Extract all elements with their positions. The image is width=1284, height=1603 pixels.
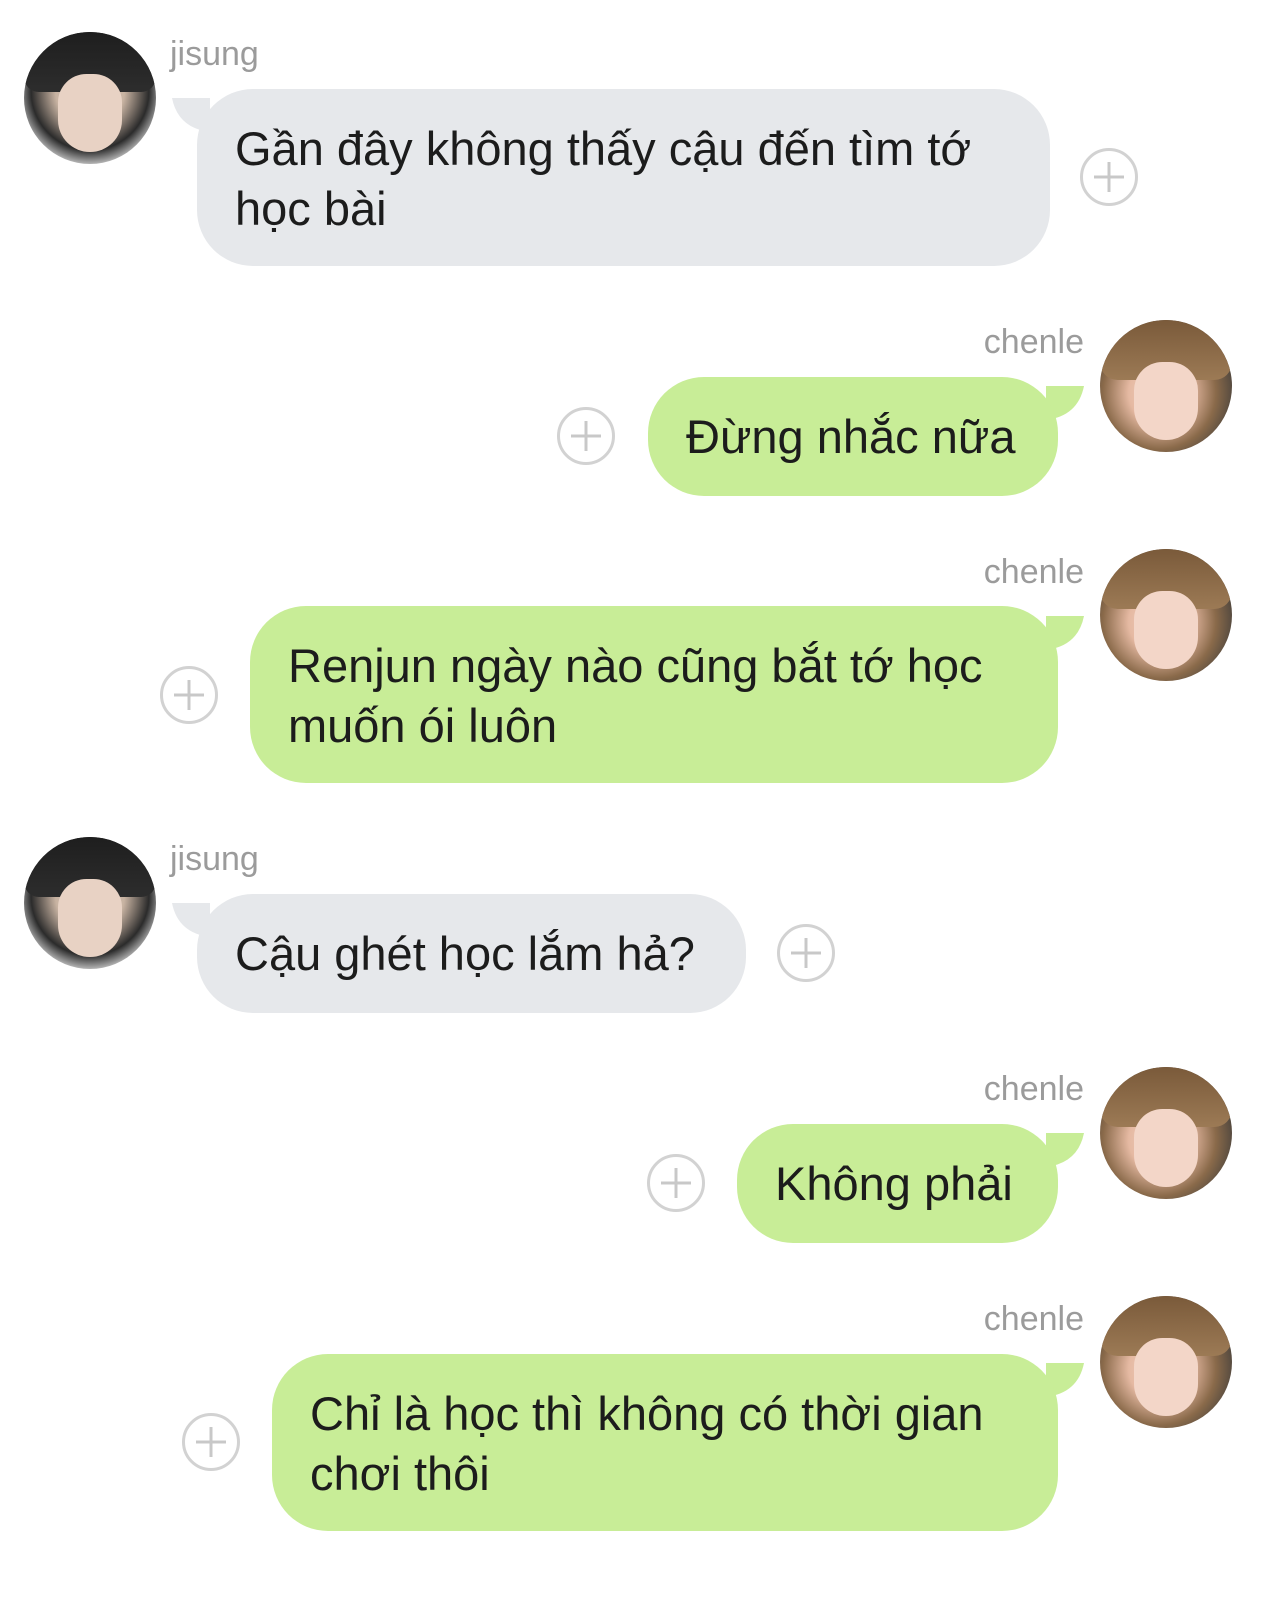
plus-circle-icon[interactable] — [777, 924, 835, 982]
avatar-face — [1134, 1338, 1198, 1416]
plus-circle-icon[interactable] — [1080, 148, 1138, 206]
sender-name: chenle — [983, 553, 1084, 591]
message-text: Không phải — [775, 1157, 1013, 1210]
message-text: Cậu ghét học lắm hả? — [235, 927, 695, 980]
sender-name: chenle — [983, 323, 1084, 361]
sender-name: chenle — [983, 1300, 1084, 1338]
avatar-jisung[interactable] — [24, 32, 156, 164]
message-bubble[interactable]: Chỉ là học thì không có thời gian chơi t… — [272, 1354, 1058, 1531]
message-bubble[interactable]: Không phải — [737, 1124, 1058, 1243]
avatar-face — [1134, 362, 1198, 440]
message-bubble[interactable]: Renjun ngày nào cũng bắt tớ học muốn ói … — [250, 606, 1058, 783]
message-text: Chỉ là học thì không có thời gian chơi t… — [310, 1387, 984, 1500]
message-text: Gần đây không thấy cậu đến tìm tớ học bà… — [235, 122, 972, 235]
avatar-face — [58, 74, 122, 152]
sender-name: jisung — [170, 35, 259, 73]
message-bubble[interactable]: Đừng nhắc nữa — [648, 377, 1058, 496]
sender-name: jisung — [170, 840, 259, 878]
avatar-chenle[interactable] — [1100, 1067, 1232, 1199]
avatar-chenle[interactable] — [1100, 549, 1232, 681]
avatar-chenle[interactable] — [1100, 1296, 1232, 1428]
avatar-chenle[interactable] — [1100, 320, 1232, 452]
plus-circle-icon[interactable] — [160, 666, 218, 724]
sender-name: chenle — [983, 1070, 1084, 1108]
message-text: Renjun ngày nào cũng bắt tớ học muốn ói … — [288, 639, 983, 752]
avatar-face — [1134, 591, 1198, 669]
message-text: Đừng nhắc nữa — [686, 410, 1016, 463]
avatar-jisung[interactable] — [24, 837, 156, 969]
avatar-face — [58, 879, 122, 957]
plus-circle-icon[interactable] — [647, 1154, 705, 1212]
plus-circle-icon[interactable] — [557, 407, 615, 465]
avatar-face — [1134, 1109, 1198, 1187]
message-bubble[interactable]: Cậu ghét học lắm hả? — [197, 894, 746, 1013]
message-bubble[interactable]: Gần đây không thấy cậu đến tìm tớ học bà… — [197, 89, 1050, 266]
plus-circle-icon[interactable] — [182, 1413, 240, 1471]
